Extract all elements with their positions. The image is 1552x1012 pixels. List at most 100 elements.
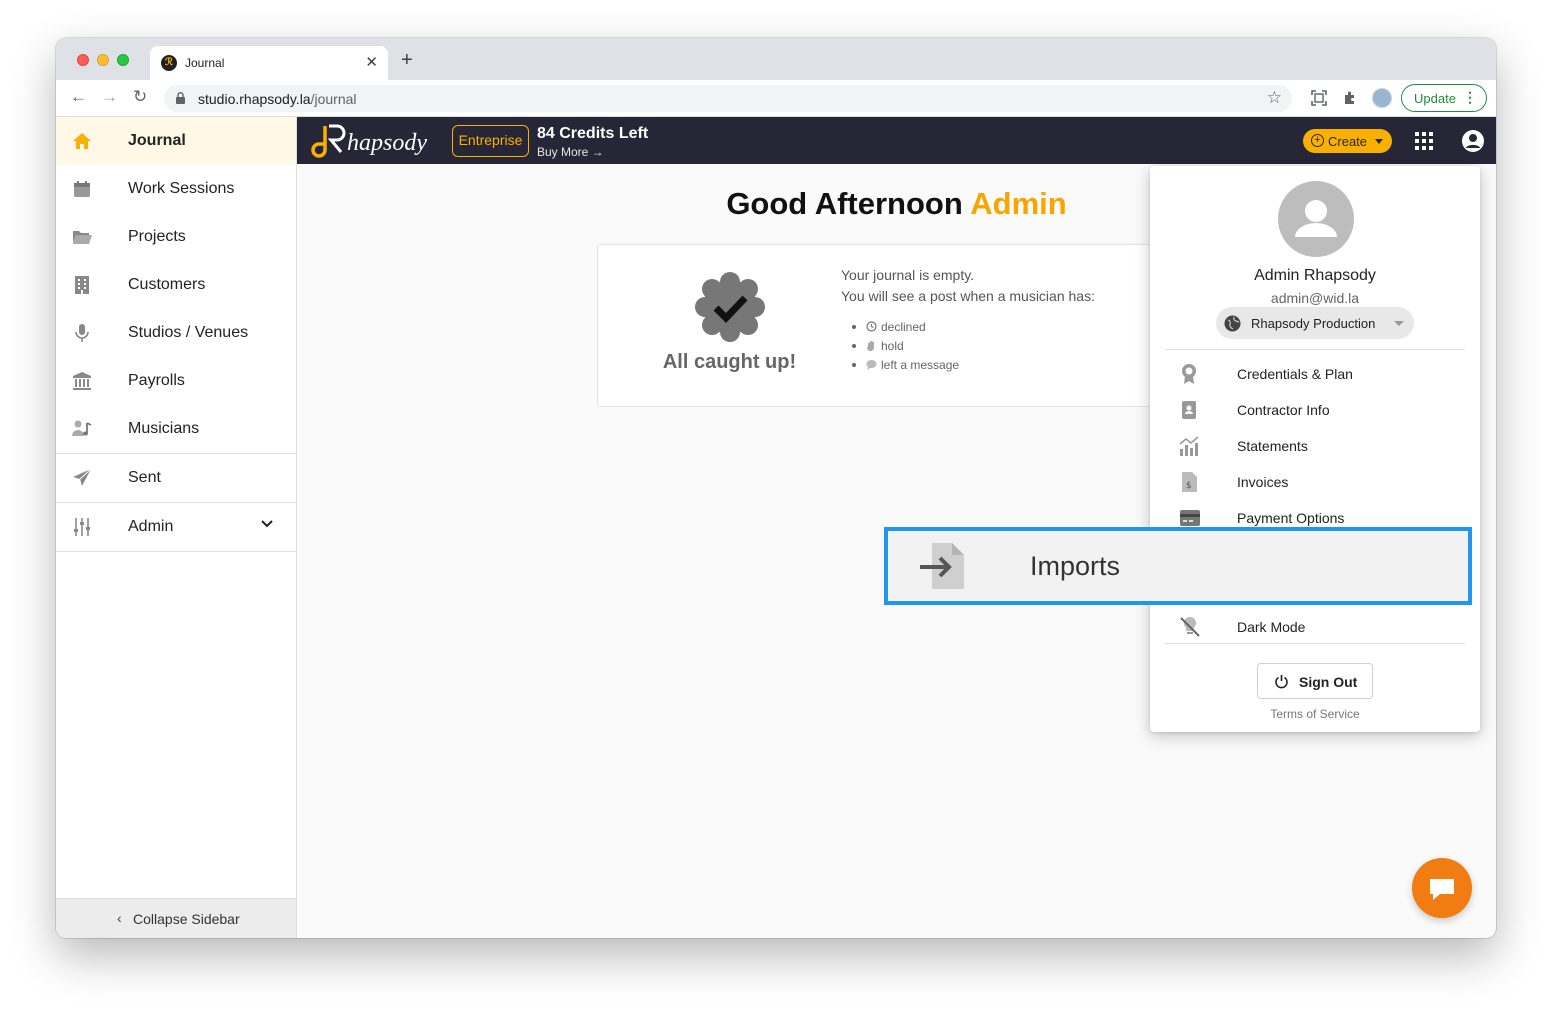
hand-icon <box>867 341 875 351</box>
menu-item-statements[interactable]: Statements <box>1165 429 1465 463</box>
create-button[interactable]: + Create <box>1303 129 1392 153</box>
sidebar-item-studios-venues[interactable]: Studios / Venues <box>56 309 296 357</box>
menu-item-credentials[interactable]: Credentials & Plan <box>1165 357 1465 391</box>
invoice-icon: $ <box>1182 472 1197 492</box>
svg-text:$: $ <box>1186 481 1192 491</box>
add-circle-icon: + <box>1311 134 1324 147</box>
menu-item-label: Payment Options <box>1237 510 1345 526</box>
screen-capture-icon[interactable] <box>1311 90 1327 106</box>
rhapsody-logo[interactable]: hapsody <box>307 120 447 160</box>
menu-item-label: Statements <box>1237 438 1308 454</box>
tab-title: Journal <box>185 56 225 70</box>
tab-close-icon[interactable]: ✕ <box>365 53 378 71</box>
sidebar-item-label: Customers <box>128 276 206 293</box>
sidebar-item-label: Payrolls <box>128 372 185 389</box>
back-arrow-icon[interactable]: ← <box>70 87 87 107</box>
sidebar-item-label: Musicians <box>128 420 200 437</box>
sidebar-item-label: Journal <box>128 132 186 149</box>
reason-message: left a message <box>852 358 959 372</box>
sidebar-item-projects[interactable]: Projects <box>56 213 296 261</box>
menu-item-imports-highlight[interactable]: Imports <box>884 527 1472 605</box>
greeting-name: Admin <box>970 186 1067 221</box>
url-host: studio.rhapsody.la <box>198 91 311 107</box>
star-icon[interactable]: ☆ <box>1267 88 1282 108</box>
sidebar: Journal Work Sessions Projects Customers… <box>56 117 297 938</box>
building-icon <box>75 276 89 294</box>
reload-icon[interactable]: ↻ <box>133 87 147 107</box>
menu-item-dark-mode[interactable]: Dark Mode <box>1165 610 1465 644</box>
plan-badge[interactable]: Entreprise <box>452 125 529 157</box>
menu-item-label: Contractor Info <box>1237 402 1330 418</box>
bank-icon <box>73 372 91 390</box>
paper-plane-icon <box>73 468 92 486</box>
organization-label: Rhapsody Production <box>1251 316 1376 331</box>
sliders-icon <box>74 518 90 536</box>
profile-menu: Admin Rhapsody admin@wid.la Rhapsody Pro… <box>1150 166 1480 732</box>
sidebar-item-journal[interactable]: Journal <box>56 117 296 165</box>
sidebar-item-admin[interactable]: Admin <box>56 503 296 551</box>
home-icon <box>73 133 91 149</box>
update-label: Update <box>1414 91 1456 106</box>
close-window-button[interactable] <box>77 54 89 66</box>
browser-tab[interactable]: ℛ Journal ✕ <box>150 46 388 80</box>
all-caught-up-text: All caught up! <box>662 351 797 373</box>
musician-icon <box>72 420 92 436</box>
sidebar-item-customers[interactable]: Customers <box>56 261 296 309</box>
terms-of-service-link[interactable]: Terms of Service <box>1150 707 1480 721</box>
sign-out-button[interactable]: Sign Out <box>1257 663 1373 699</box>
reason-declined: declined <box>852 320 926 334</box>
browser-profile-avatar[interactable] <box>1372 88 1392 108</box>
menu-item-label: Credentials & Plan <box>1237 366 1353 382</box>
avatar <box>1278 181 1354 257</box>
url-text: studio.rhapsody.la/journal <box>198 91 357 107</box>
maximize-window-button[interactable] <box>117 54 129 66</box>
power-icon <box>1275 675 1288 689</box>
lightbulb-off-icon <box>1180 616 1200 637</box>
url-path: /journal <box>310 91 357 107</box>
browser-window: ℛ Journal ✕ + ← → ↻ studio.rhapsody.la/j… <box>56 38 1496 938</box>
microphone-icon <box>75 324 89 342</box>
menu-item-contractor-info[interactable]: Contractor Info <box>1165 393 1465 427</box>
account-circle-icon[interactable] <box>1461 129 1485 153</box>
sidebar-item-payrolls[interactable]: Payrolls <box>56 357 296 405</box>
address-bar[interactable]: studio.rhapsody.la/journal ☆ <box>164 85 1292 112</box>
collapse-sidebar-button[interactable]: ‹ Collapse Sidebar <box>56 898 296 938</box>
file-import-icon <box>920 543 964 589</box>
new-tab-button[interactable]: + <box>401 50 413 70</box>
journal-empty-card: All caught up! Your journal is empty. Yo… <box>597 244 1157 407</box>
svg-text:hapsody: hapsody <box>347 130 427 156</box>
sidebar-item-label: Studios / Venues <box>128 324 249 341</box>
credit-card-icon <box>1180 510 1200 526</box>
more-vert-icon: ⋮ <box>1463 89 1477 105</box>
organization-selector[interactable]: Rhapsody Production <box>1216 307 1414 339</box>
forward-arrow-icon[interactable]: → <box>101 87 118 107</box>
menu-item-label: Invoices <box>1237 474 1289 490</box>
user-name: Admin Rhapsody <box>1254 267 1376 284</box>
sidebar-item-label: Work Sessions <box>128 180 235 197</box>
clock-icon <box>866 321 877 332</box>
buy-more-link[interactable]: Buy More → <box>537 145 604 159</box>
caret-down-icon <box>1375 139 1383 144</box>
menu-item-invoices[interactable]: $ Invoices <box>1165 465 1465 499</box>
chat-button[interactable] <box>1412 858 1472 918</box>
browser-toolbar: ← → ↻ studio.rhapsody.la/journal ☆ Updat… <box>56 80 1496 117</box>
lock-icon <box>176 92 185 104</box>
reason-label: hold <box>881 339 904 353</box>
chat-icon <box>1430 879 1454 900</box>
extensions-icon[interactable] <box>1342 90 1358 106</box>
create-label: Create <box>1328 134 1368 149</box>
imports-label: Imports <box>1030 551 1121 581</box>
apps-grid-icon[interactable] <box>1415 132 1433 150</box>
reason-label: declined <box>881 320 926 334</box>
list-bullet <box>852 363 856 367</box>
list-bullet <box>852 325 856 329</box>
update-button[interactable]: Update ⋮ <box>1401 84 1487 112</box>
sidebar-item-work-sessions[interactable]: Work Sessions <box>56 165 296 213</box>
sidebar-item-sent[interactable]: Sent <box>56 454 296 502</box>
sign-out-label: Sign Out <box>1299 674 1358 690</box>
minimize-window-button[interactable] <box>97 54 109 66</box>
app-header: hapsody Entreprise 84 Credits Left Buy M… <box>297 117 1496 164</box>
sidebar-item-musicians[interactable]: Musicians <box>56 405 296 453</box>
chevron-down-icon <box>261 520 273 528</box>
sidebar-item-label: Projects <box>128 228 186 245</box>
